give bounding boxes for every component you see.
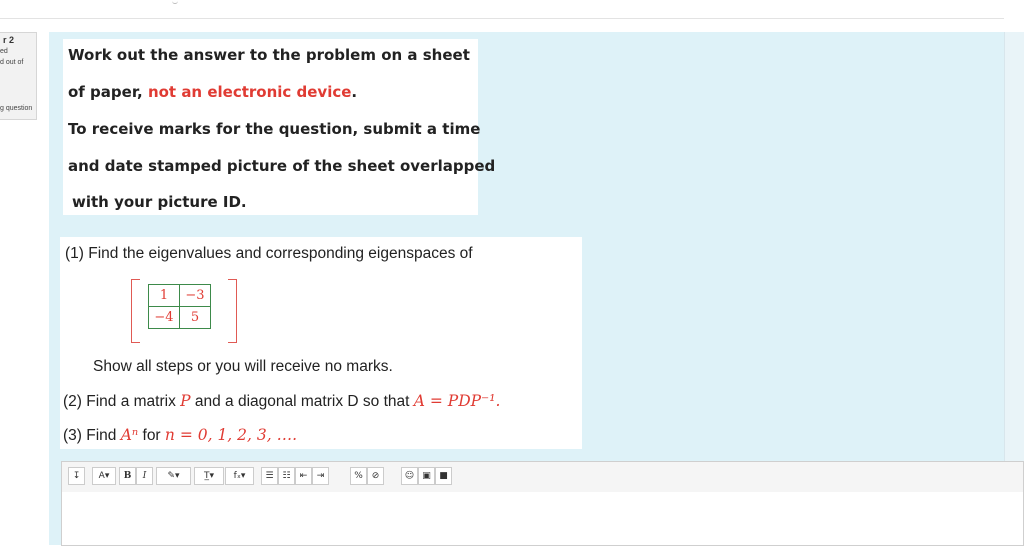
question-info-box: r 2 ed d out of g question [0,32,37,120]
editor-toolbar: ↧ A▾ B I ✎▾ T̲▾ fₓ▾ ☰ ☷ ⇤ ⇥ % ⊘ ☺ ▣ ■ [61,461,1024,493]
matrix-cell: 1 [148,284,180,307]
matrix-cell: 5 [179,306,211,329]
problem-box: (1) Find the eigenvalues and correspondi… [60,237,582,449]
question-number: r 2 [3,35,15,45]
part-2-var: P [180,392,191,410]
part-3-var: Aⁿ [120,426,139,444]
part-2-prefix: (2) Find a matrix [63,393,181,410]
style-button[interactable]: ✎▾ [156,467,191,485]
font-size-button[interactable]: A▾ [92,467,116,485]
instruction-line-5: with your picture ID. [72,193,247,211]
instruction-line-2-suffix: . [351,83,358,101]
top-edge-mark [172,0,178,4]
instruction-line-1: Work out the answer to the problem on a … [68,46,470,64]
italic-button[interactable]: I [136,467,153,485]
text-color-button[interactable]: T̲▾ [194,467,224,485]
indent-button[interactable]: ⇥ [312,467,329,485]
insert-media-button[interactable]: ■ [435,467,452,485]
question-mark: d out of [0,59,24,66]
matrix-right-bracket [228,279,237,343]
instruction-line-4: and date stamped picture of the sheet ov… [68,157,496,175]
unlink-button[interactable]: ⊘ [367,467,384,485]
answer-editor[interactable] [61,492,1024,546]
part-3-prefix: (3) Find [63,427,121,444]
steps-note: Show all steps or you will receive no ma… [93,358,393,375]
problem-part-2: (2) Find a matrix P and a diagonal matri… [63,392,500,411]
part-2-mid: and a diagonal matrix D so that [190,393,414,410]
instruction-line-3: To receive marks for the question, submi… [68,120,481,138]
question-state: ed [0,48,8,55]
insert-image-button[interactable]: ▣ [418,467,435,485]
part-3-equation: n = 0, 1, 2, 3, …. [164,426,298,444]
ordered-list-button[interactable]: ☷ [278,467,295,485]
instruction-line-2-prefix: of paper, [68,83,148,101]
expand-toolbar-button[interactable]: ↧ [68,467,85,485]
matrix-cell: −4 [148,306,180,329]
matrix-row: −4 5 [148,306,211,329]
matrix-table: 1 −3 −4 5 [148,284,211,329]
flag-question-link[interactable]: g question [0,105,32,112]
bold-button[interactable]: B [119,467,136,485]
instructions-box: Work out the answer to the problem on a … [63,39,495,215]
outdent-button[interactable]: ⇤ [295,467,312,485]
problem-part-3: (3) Find Aⁿ for n = 0, 1, 2, 3, …. [63,426,297,445]
matrix-left-bracket [131,279,140,343]
link-button[interactable]: % [350,467,367,485]
problem-part-1: (1) Find the eigenvalues and correspondi… [65,245,473,262]
instruction-line-2: of paper, not an electronic device. [68,83,357,101]
matrix-a: 1 −3 −4 5 [131,279,237,343]
part-2-equation: A = PDP⁻¹. [413,392,501,410]
unordered-list-button[interactable]: ☰ [261,467,278,485]
formula-button[interactable]: fₓ▾ [225,467,254,485]
instruction-warning: not an electronic device [147,83,352,101]
matrix-cell: −3 [179,284,211,307]
emoji-button[interactable]: ☺ [401,467,418,485]
top-strip [0,0,1004,19]
part-3-mid: for [138,427,165,444]
matrix-row: 1 −3 [148,284,211,307]
